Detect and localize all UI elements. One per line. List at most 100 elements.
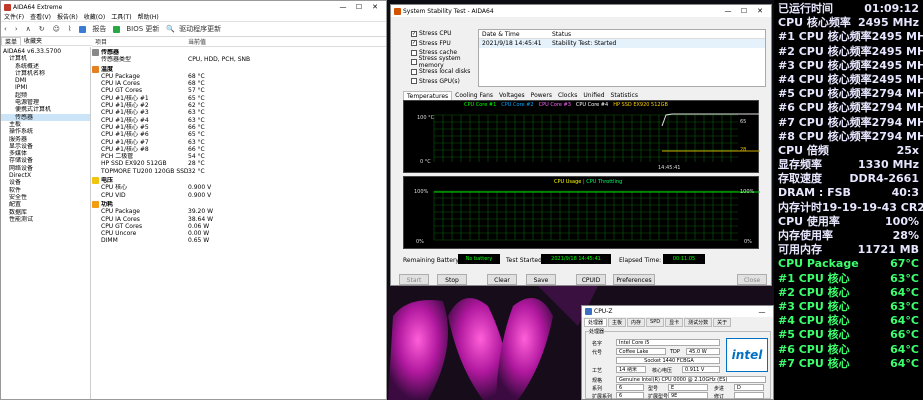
table-row[interactable]: CPU Package 39.20 W bbox=[92, 208, 386, 215]
maximize-icon[interactable]: ☐ bbox=[736, 7, 752, 15]
table-row[interactable]: 传感器类型 CPU, HDD, PCH, SNB bbox=[92, 56, 386, 63]
close-icon[interactable]: ✕ bbox=[752, 7, 768, 15]
checkbox[interactable] bbox=[411, 68, 417, 75]
table-row[interactable]: CPU GT Cores 0.06 W bbox=[92, 223, 386, 230]
tree-item[interactable]: 计算机名称 bbox=[1, 70, 90, 77]
tree-item[interactable]: 软件 bbox=[1, 187, 90, 194]
tree-item[interactable]: 存储设备 bbox=[1, 157, 90, 164]
cpuz-tab[interactable]: SPD bbox=[646, 318, 665, 327]
stability-tab[interactable]: Cooling Fans bbox=[452, 91, 496, 100]
table-row[interactable]: TOPMORE TU200 120GB SSD 32 °C bbox=[92, 168, 386, 175]
menu-item-view[interactable]: 查看(V) bbox=[30, 13, 51, 21]
tree-item[interactable]: IPMI bbox=[1, 84, 90, 91]
log-header-date[interactable]: Date & Time bbox=[479, 30, 552, 38]
checkbox[interactable] bbox=[411, 78, 417, 85]
report-button[interactable]: 报告 bbox=[92, 24, 106, 34]
column-item[interactable]: 项目 bbox=[92, 38, 188, 46]
start-button[interactable]: Start bbox=[399, 274, 429, 285]
minimize-icon[interactable]: — bbox=[335, 3, 351, 11]
cpuz-tab[interactable]: 关于 bbox=[713, 318, 732, 327]
tree-item[interactable]: 计算机 bbox=[1, 55, 90, 62]
maximize-icon[interactable]: ☐ bbox=[351, 3, 367, 11]
menu-item-help[interactable]: 帮助(H) bbox=[138, 13, 159, 21]
tree-item[interactable]: 操作系统 bbox=[1, 128, 90, 135]
table-row[interactable]: CPU #1/核心 #4 63 °C bbox=[92, 117, 386, 124]
table-row[interactable]: PCH 二极管 54 °C bbox=[92, 153, 386, 160]
checkbox[interactable]: ✓ bbox=[411, 30, 417, 37]
tree-item[interactable]: 传感器 bbox=[1, 113, 90, 121]
column-value[interactable]: 当前值 bbox=[188, 38, 206, 46]
table-row[interactable]: CPU #1/核心 #2 62 °C bbox=[92, 102, 386, 109]
table-row[interactable]: CPU 核心 0.900 V bbox=[92, 184, 386, 191]
preferences-button[interactable]: Preferences bbox=[613, 274, 655, 285]
minimize-icon[interactable]: — bbox=[720, 7, 736, 15]
driver-update-button[interactable]: 驱动程序更新 bbox=[179, 24, 221, 34]
user-icon[interactable]: ☺ bbox=[53, 25, 60, 33]
clear-button[interactable]: Clear bbox=[487, 274, 517, 285]
tree-item[interactable]: 多媒体 bbox=[1, 150, 90, 157]
table-row[interactable]: CPU Package 68 °C bbox=[92, 73, 386, 80]
back-icon[interactable]: ‹ bbox=[4, 25, 7, 33]
cpuz-tab[interactable]: 主板 bbox=[608, 318, 627, 327]
menu-item-file[interactable]: 文件(F) bbox=[4, 13, 24, 21]
close-icon[interactable]: ✕ bbox=[367, 3, 383, 11]
refresh-icon[interactable]: ↻ bbox=[39, 25, 45, 33]
table-row[interactable]: CPU Uncore 0.00 W bbox=[92, 230, 386, 237]
tree-item[interactable]: 主板 bbox=[1, 121, 90, 128]
tree-item[interactable]: 服务器 bbox=[1, 136, 90, 143]
checkbox[interactable] bbox=[411, 49, 417, 56]
stress-option[interactable]: Stress GPU(s) bbox=[411, 77, 481, 87]
cpuz-tab[interactable]: 内存 bbox=[627, 318, 646, 327]
chart-icon[interactable]: ⌇ bbox=[68, 25, 71, 33]
cpuz-tab[interactable]: 显卡 bbox=[665, 318, 684, 327]
table-row[interactable]: CPU #1/核心 #3 63 °C bbox=[92, 109, 386, 116]
stability-tab[interactable]: Voltages bbox=[496, 91, 528, 100]
stability-tab[interactable]: Temperatures bbox=[403, 91, 453, 100]
tab-favorites[interactable]: 收藏夹 bbox=[21, 37, 45, 45]
up-icon[interactable]: ∧ bbox=[26, 25, 31, 33]
forward-icon[interactable]: › bbox=[15, 25, 18, 33]
close-button[interactable]: Close bbox=[737, 274, 767, 285]
menu-item-favorites[interactable]: 收藏(O) bbox=[84, 13, 105, 21]
tree-item[interactable]: 设备 bbox=[1, 179, 90, 186]
tree-item[interactable]: DMI bbox=[1, 77, 90, 84]
save-button[interactable]: Save bbox=[526, 274, 556, 285]
table-row[interactable]: CPU #1/核心 #1 65 °C bbox=[92, 95, 386, 102]
tree-item[interactable]: 配置 bbox=[1, 201, 90, 208]
checkbox[interactable]: ✓ bbox=[411, 40, 417, 47]
stability-tab[interactable]: Clocks bbox=[555, 91, 580, 100]
table-row[interactable]: DIMM 0.65 W bbox=[92, 237, 386, 244]
tree-item[interactable]: 系统概述 bbox=[1, 63, 90, 70]
cpuid-button[interactable]: CPUID bbox=[576, 274, 606, 285]
table-row[interactable]: CPU VID 0.900 V bbox=[92, 192, 386, 199]
tree-item[interactable]: 超频 bbox=[1, 92, 90, 99]
minimize-icon[interactable]: — bbox=[754, 308, 770, 316]
stress-option[interactable]: Stress system memory bbox=[411, 55, 481, 69]
menu-item-report[interactable]: 报告(R) bbox=[57, 13, 78, 21]
stress-option[interactable]: ✓ Stress FPU bbox=[411, 39, 481, 49]
stability-tab[interactable]: Statistics bbox=[608, 91, 641, 100]
tree-item[interactable]: 网络设备 bbox=[1, 165, 90, 172]
log-header-status[interactable]: Status bbox=[552, 30, 571, 38]
tree-item[interactable]: 性能测试 bbox=[1, 216, 90, 223]
table-row[interactable]: CPU #1/核心 #6 65 °C bbox=[92, 131, 386, 138]
table-row[interactable]: CPU #1/核心 #7 63 °C bbox=[92, 139, 386, 146]
stability-tab[interactable]: Powers bbox=[528, 91, 555, 100]
table-row[interactable]: CPU GT Cores 57 °C bbox=[92, 87, 386, 94]
tree-item[interactable]: AIDA64 v6.33.5700 bbox=[1, 48, 90, 55]
log-row[interactable]: 2021/9/18 14:45:41 Stability Test: Start… bbox=[479, 39, 765, 48]
table-row[interactable]: CPU IA Cores 68 °C bbox=[92, 80, 386, 87]
tree-item[interactable]: 安全性 bbox=[1, 194, 90, 201]
bios-update-button[interactable]: BIOS 更新 bbox=[126, 24, 159, 34]
table-row[interactable]: CPU #1/核心 #5 66 °C bbox=[92, 124, 386, 131]
tree-item[interactable]: 电源管理 bbox=[1, 99, 90, 106]
table-row[interactable]: HP SSD EX920 512GB 28 °C bbox=[92, 160, 386, 167]
cpuz-tab[interactable]: 测试分数 bbox=[684, 318, 713, 327]
tree-item[interactable]: 数据库 bbox=[1, 209, 90, 216]
stress-option[interactable]: ✓ Stress CPU bbox=[411, 29, 481, 39]
stability-tab[interactable]: Unified bbox=[580, 91, 607, 100]
tree-item[interactable]: DirectX bbox=[1, 172, 90, 179]
checkbox[interactable] bbox=[411, 59, 417, 66]
tree-item[interactable]: 显示设备 bbox=[1, 143, 90, 150]
stop-button[interactable]: Stop bbox=[437, 274, 467, 285]
